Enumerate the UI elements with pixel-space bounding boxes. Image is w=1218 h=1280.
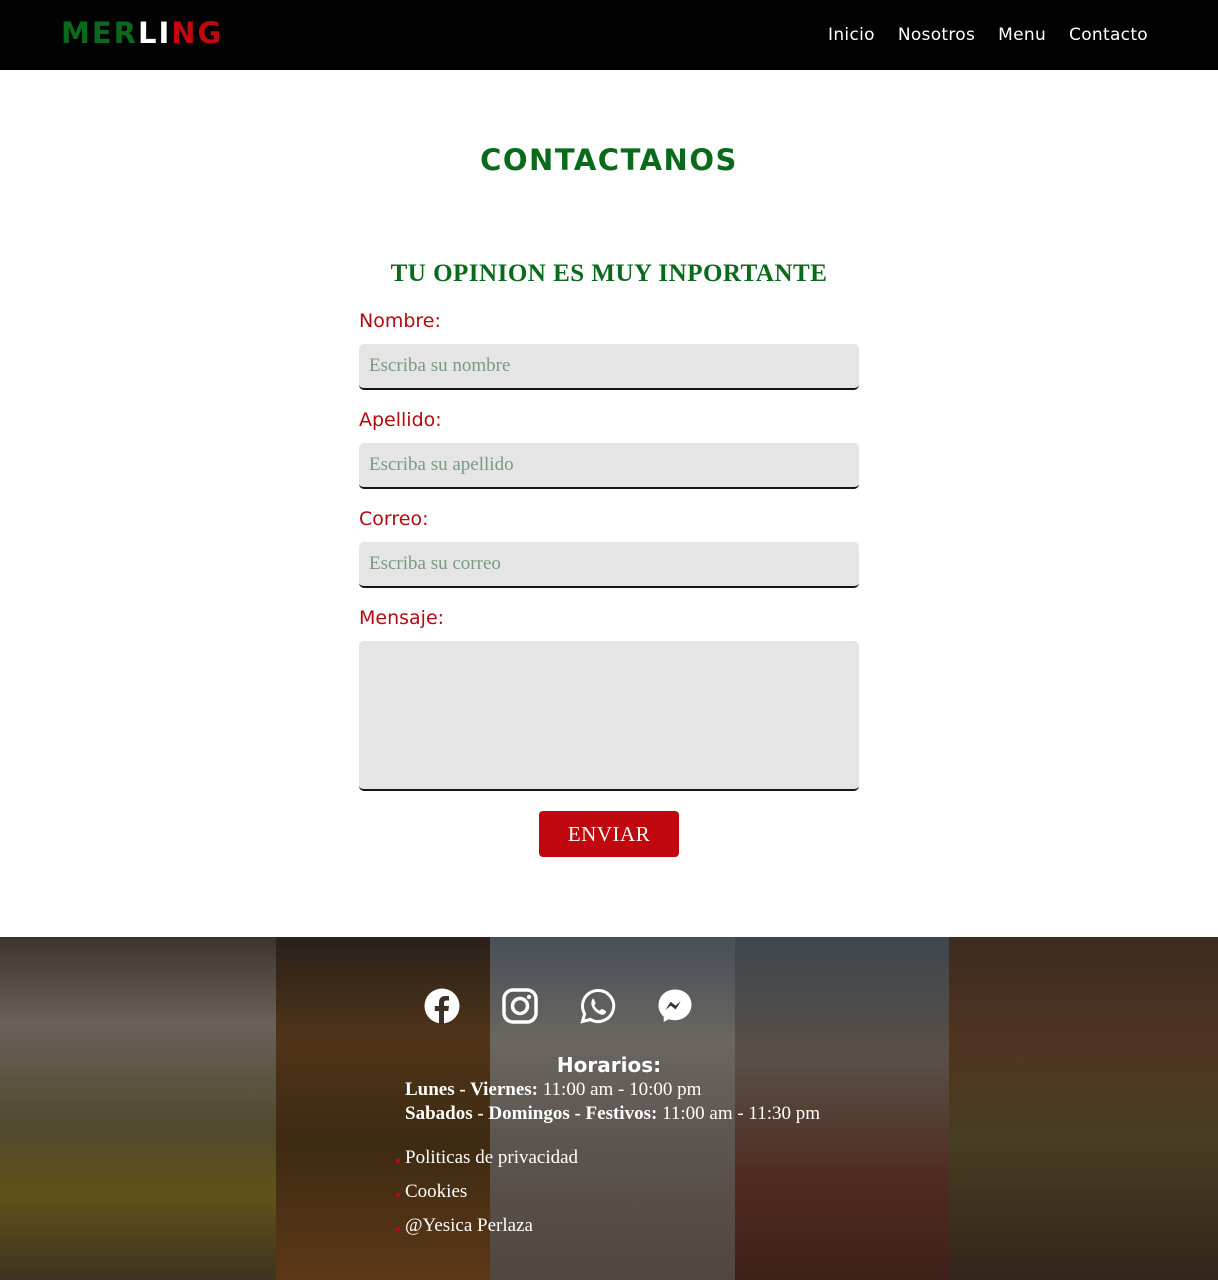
top-navbar: MERLING Inicio Nosotros Menu Contacto — [0, 0, 1218, 70]
privacy-policy-link[interactable]: Politicas de privacidad — [405, 1147, 578, 1168]
footer-links: Politicas de privacidad Cookies @Yesica … — [395, 1146, 578, 1248]
footer: Horarios: Lunes - Viernes: 11:00 am - 10… — [0, 937, 1218, 1280]
list-item: Politicas de privacidad — [395, 1146, 578, 1180]
logo[interactable]: MERLING — [61, 14, 223, 52]
hours-weekdays: Lunes - Viernes: 11:00 am - 10:00 pm — [405, 1079, 701, 1101]
correo-input[interactable] — [359, 542, 859, 588]
hours-days-label: Sabados - Domingos - Festivos: — [405, 1103, 658, 1124]
cookies-link[interactable]: Cookies — [405, 1181, 467, 1202]
hours-days-label: Lunes - Viernes: — [405, 1079, 538, 1100]
apellido-label: Apellido: — [359, 409, 442, 431]
nav-link-inicio[interactable]: Inicio — [828, 20, 875, 50]
correo-label: Correo: — [359, 508, 429, 530]
logo-part-white: LI — [138, 16, 172, 50]
logo-part-green: MER — [61, 16, 138, 50]
mensaje-label: Mensaje: — [359, 607, 445, 629]
list-item: @Yesica Perlaza — [395, 1214, 578, 1248]
logo-part-red: NG — [171, 16, 224, 50]
hours-time: 11:00 am - 10:00 pm — [542, 1079, 702, 1100]
apellido-input[interactable] — [359, 443, 859, 489]
nav-link-contacto[interactable]: Contacto — [1069, 20, 1148, 50]
nav-link-nosotros[interactable]: Nosotros — [898, 20, 975, 50]
mensaje-textarea[interactable] — [359, 641, 859, 791]
hours-title: Horarios: — [556, 1053, 662, 1077]
form-title: TU OPINION ES MUY INPORTANTE — [390, 260, 828, 287]
list-item: Cookies — [395, 1180, 578, 1214]
nav-link-menu[interactable]: Menu — [998, 20, 1046, 50]
page-title: CONTACTANOS — [480, 143, 738, 177]
hours-time: 11:00 am - 11:30 pm — [662, 1103, 821, 1124]
main-nav: Inicio Nosotros Menu Contacto — [828, 20, 1148, 50]
nombre-label: Nombre: — [359, 310, 441, 332]
nombre-input[interactable] — [359, 344, 859, 390]
enviar-button[interactable]: ENVIAR — [539, 811, 679, 857]
hours-weekend: Sabados - Domingos - Festivos: 11:00 am … — [405, 1103, 820, 1125]
whatsapp-icon[interactable] — [580, 988, 616, 1024]
author-link[interactable]: @Yesica Perlaza — [405, 1215, 533, 1236]
facebook-icon[interactable] — [424, 988, 460, 1024]
messenger-icon[interactable] — [657, 988, 693, 1024]
instagram-icon[interactable] — [502, 988, 538, 1024]
contact-form: Nombre: Apellido: Correo: Mensaje: — [359, 306, 859, 791]
